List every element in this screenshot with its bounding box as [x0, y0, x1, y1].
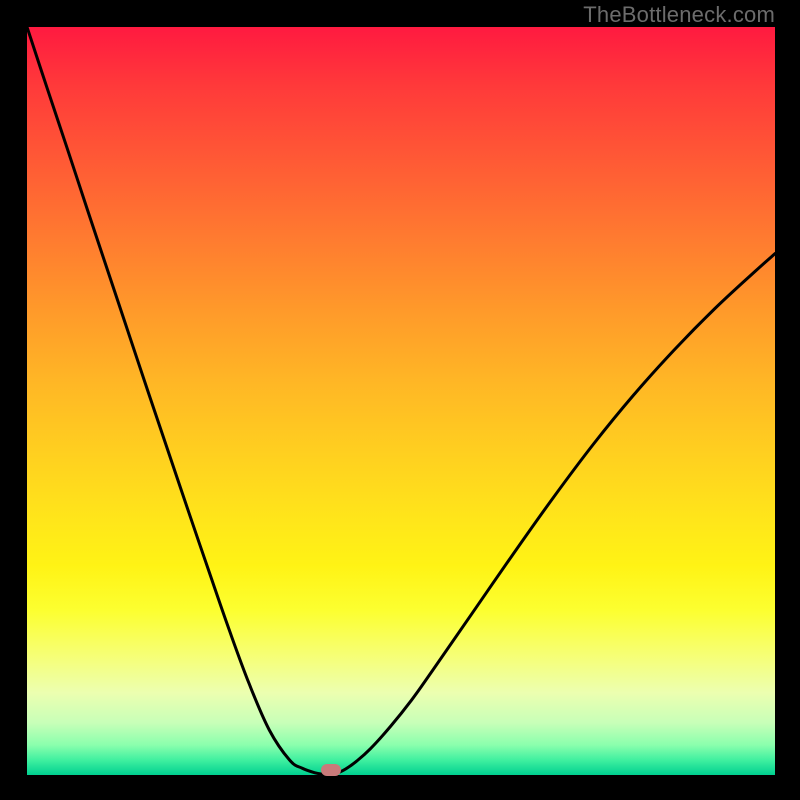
- plot-area: [27, 27, 775, 775]
- watermark-text: TheBottleneck.com: [583, 2, 775, 28]
- optimum-marker: [321, 764, 341, 776]
- chart-frame: TheBottleneck.com: [0, 0, 800, 800]
